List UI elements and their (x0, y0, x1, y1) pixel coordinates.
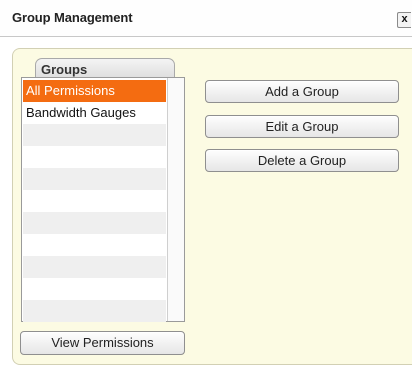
empty-list-row (23, 146, 166, 168)
close-button[interactable]: x (397, 12, 411, 28)
empty-list-row (23, 168, 166, 190)
groups-list: All Permissions Bandwidth Gauges (23, 80, 166, 322)
add-group-button[interactable]: Add a Group (205, 80, 399, 103)
groups-listbox[interactable]: All Permissions Bandwidth Gauges (21, 77, 185, 322)
window-title: Group Management (12, 10, 133, 25)
empty-list-row (23, 256, 166, 278)
group-management-window: Group Management x Groups All Permission… (0, 0, 412, 365)
list-scrollbar[interactable] (167, 78, 184, 321)
empty-list-row (23, 234, 166, 256)
empty-list-row (23, 300, 166, 322)
list-item-label: All Permissions (26, 83, 115, 98)
empty-list-row (23, 190, 166, 212)
delete-group-button[interactable]: Delete a Group (205, 149, 399, 172)
list-item-bandwidth-gauges[interactable]: Bandwidth Gauges (23, 102, 166, 124)
list-item-label: Bandwidth Gauges (26, 105, 136, 120)
groups-tab-label: Groups (41, 62, 88, 77)
empty-list-row (23, 278, 166, 300)
empty-list-row (23, 212, 166, 234)
edit-group-button[interactable]: Edit a Group (205, 115, 399, 138)
groups-tab: Groups (35, 58, 175, 78)
view-permissions-button[interactable]: View Permissions (20, 331, 185, 355)
close-icon: x (401, 13, 408, 25)
empty-list-row (23, 124, 166, 146)
title-bar: Group Management x (0, 0, 412, 37)
list-item-all-permissions[interactable]: All Permissions (23, 80, 166, 102)
